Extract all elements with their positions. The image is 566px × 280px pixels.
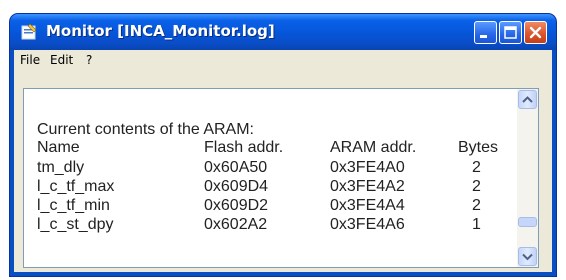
scroll-up-button[interactable] — [518, 90, 537, 109]
menu-file[interactable]: File — [20, 53, 40, 67]
row-bytes: 2 — [472, 159, 481, 176]
row-name: l_c_tf_min — [37, 197, 110, 214]
row-aram-addr: 0x3FE4A2 — [330, 178, 405, 195]
close-icon — [529, 26, 542, 39]
column-header: Bytes — [458, 139, 499, 156]
log-row: l_c_tf_max 0x609D4 0x3FE4A2 2 — [24, 178, 516, 196]
scrollbar-thumb[interactable] — [518, 217, 537, 227]
scroll-up-icon — [522, 96, 533, 103]
vertical-scrollbar[interactable] — [517, 89, 538, 267]
window-frame-bottom — [10, 272, 556, 276]
log-header-row: Name Flash addr. ARAM addr. Bytes — [24, 139, 516, 157]
column-header: Name — [37, 139, 80, 156]
row-bytes: 2 — [472, 197, 481, 214]
row-name: l_c_tf_max — [37, 178, 115, 195]
window-title: Monitor [INCA_Monitor.log] — [46, 22, 275, 40]
title-bar[interactable]: Monitor [INCA_Monitor.log] — [10, 14, 556, 50]
log-row: l_c_tf_min 0x609D2 0x3FE4A4 2 — [24, 197, 516, 215]
menu-edit[interactable]: Edit — [50, 53, 73, 67]
maximize-button[interactable] — [499, 21, 522, 44]
log-heading: Current contents of the ARAM: — [37, 121, 254, 138]
menu-bar: File Edit ? — [14, 50, 552, 70]
row-name: l_c_st_dpy — [37, 216, 114, 233]
log-row: tm_dly 0x60A50 0x3FE4A0 2 — [24, 159, 516, 177]
column-header: ARAM addr. — [330, 139, 417, 156]
monitor-window: Monitor [INCA_Monitor.log] File Edit ? C… — [10, 14, 556, 276]
row-aram-addr: 0x3FE4A4 — [330, 197, 405, 214]
row-bytes: 2 — [472, 178, 481, 195]
row-name: tm_dly — [37, 159, 85, 176]
log-row: l_c_st_dpy 0x602A2 0x3FE4A6 1 — [24, 216, 516, 234]
maximize-icon — [504, 26, 517, 39]
column-header: Flash addr. — [204, 139, 284, 156]
log-heading-line: Current contents of the ARAM: — [24, 121, 516, 139]
scroll-down-icon — [522, 253, 533, 261]
menu-help[interactable]: ? — [86, 53, 92, 67]
row-aram-addr: 0x3FE4A0 — [330, 159, 405, 176]
row-flash-addr: 0x609D4 — [204, 178, 269, 195]
row-flash-addr: 0x609D2 — [204, 197, 269, 214]
scroll-down-button[interactable] — [518, 247, 537, 266]
log-text-area[interactable]: Current contents of the ARAM: Name Flash… — [23, 88, 539, 268]
log-content: Current contents of the ARAM: Name Flash… — [24, 89, 516, 267]
client-area: Current contents of the ARAM: Name Flash… — [14, 70, 552, 272]
close-button[interactable] — [524, 21, 547, 44]
row-flash-addr: 0x602A2 — [204, 216, 268, 233]
minimize-icon — [480, 35, 487, 38]
minimize-button[interactable] — [474, 21, 497, 44]
row-flash-addr: 0x60A50 — [204, 159, 268, 176]
row-bytes: 1 — [472, 216, 481, 233]
monitor-window-icon — [21, 23, 37, 40]
row-aram-addr: 0x3FE4A6 — [330, 216, 405, 233]
